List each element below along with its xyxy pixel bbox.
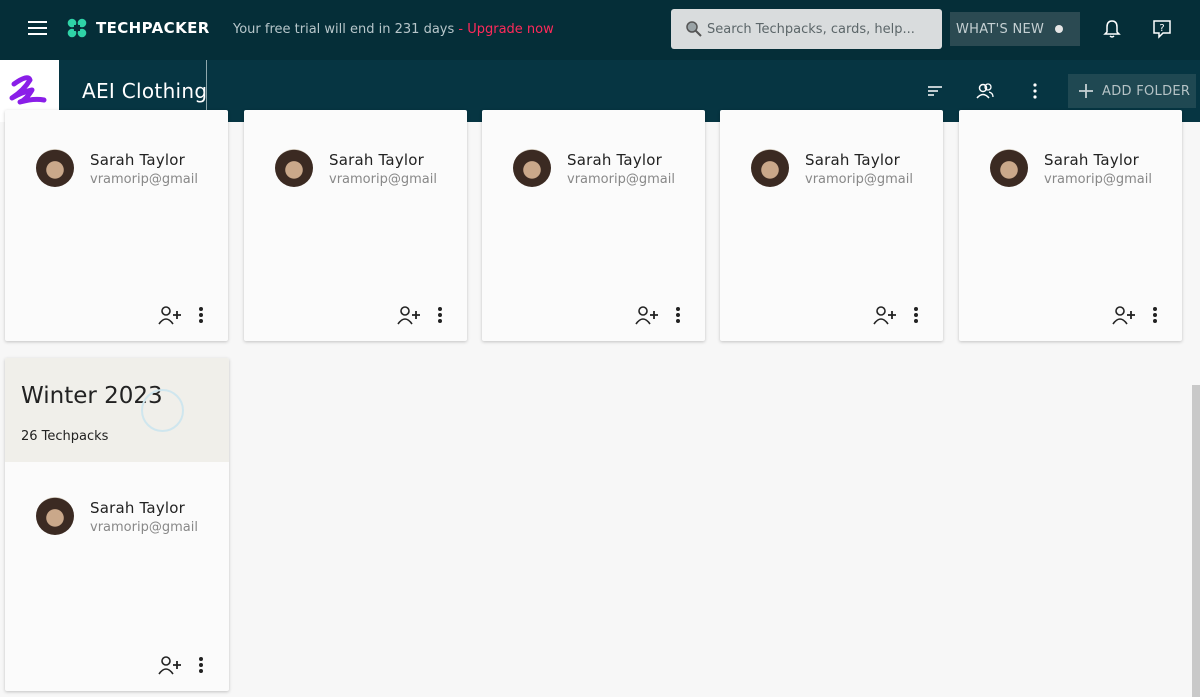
add-member-icon[interactable] [397, 305, 421, 325]
folder-card[interactable]: Sarah Taylor vramorip@gmail [5, 110, 228, 341]
search-icon [686, 21, 702, 37]
more-vert-icon[interactable] [1025, 81, 1045, 101]
bell-icon[interactable] [1103, 19, 1121, 39]
more-vert-icon[interactable] [437, 306, 443, 324]
more-vert-icon[interactable] [1152, 306, 1158, 324]
add-member-icon[interactable] [873, 305, 897, 325]
more-vert-icon[interactable] [198, 656, 204, 674]
add-folder-button[interactable]: ADD FOLDER [1068, 74, 1196, 108]
member-email: vramorip@gmail [90, 172, 198, 187]
workspace-name: AEI Clothing [82, 79, 208, 103]
top-bar: TECHPACKER Your free trial will end in 2… [0, 0, 1200, 60]
svg-text:?: ? [1159, 23, 1164, 34]
sort-icon[interactable] [925, 81, 945, 101]
folder-header[interactable]: Winter 2023 26 Techpacks [5, 358, 229, 462]
add-member-icon[interactable] [158, 655, 182, 675]
avatar [990, 149, 1028, 187]
member-name: Sarah Taylor [90, 499, 186, 517]
avatar [36, 497, 74, 535]
techpacker-logo-icon[interactable] [67, 18, 87, 38]
avatar [275, 149, 313, 187]
member-email: vramorip@gmail [567, 172, 675, 187]
member-name: Sarah Taylor [805, 151, 901, 169]
member-name: Sarah Taylor [90, 151, 186, 169]
member-email: vramorip@gmail [805, 172, 913, 187]
whats-new-label: WHAT'S NEW [956, 21, 1045, 37]
member-entry: Sarah Taylor vramorip@gmail [275, 149, 465, 189]
whats-new-button[interactable]: WHAT'S NEW [950, 12, 1080, 46]
member-name: Sarah Taylor [567, 151, 663, 169]
member-entry: Sarah Taylor vramorip@gmail [513, 149, 703, 189]
member-entry: Sarah Taylor vramorip@gmail [36, 149, 226, 189]
notification-dot [1055, 25, 1063, 33]
avatar [513, 149, 551, 187]
member-email: vramorip@gmail [1044, 172, 1152, 187]
trial-notice: Your free trial will end in 231 days - U… [233, 22, 554, 37]
folder-card[interactable]: Sarah Taylor vramorip@gmail [244, 110, 467, 341]
more-vert-icon[interactable] [675, 306, 681, 324]
add-folder-label: ADD FOLDER [1102, 83, 1191, 99]
add-member-icon[interactable] [1112, 305, 1136, 325]
member-entry: Sarah Taylor vramorip@gmail [36, 497, 226, 537]
brand-name[interactable]: TECHPACKER [96, 19, 210, 37]
trial-text: Your free trial will end in 231 days [233, 22, 455, 37]
folder-card[interactable]: Sarah Taylor vramorip@gmail [482, 110, 705, 341]
member-entry: Sarah Taylor vramorip@gmail [990, 149, 1180, 189]
loading-spinner [141, 389, 184, 432]
member-name: Sarah Taylor [329, 151, 425, 169]
member-email: vramorip@gmail [329, 172, 437, 187]
members-icon[interactable] [975, 81, 995, 101]
search-input[interactable]: Search Techpacks, cards, help... [671, 9, 942, 49]
member-entry: Sarah Taylor vramorip@gmail [751, 149, 941, 189]
member-name: Sarah Taylor [1044, 151, 1140, 169]
search-placeholder: Search Techpacks, cards, help... [707, 21, 915, 37]
avatar [36, 149, 74, 187]
folder-card[interactable]: Sarah Taylor vramorip@gmail [959, 110, 1182, 341]
upgrade-link[interactable]: - Upgrade now [458, 22, 553, 37]
more-vert-icon[interactable] [913, 306, 919, 324]
member-email: vramorip@gmail [90, 520, 198, 535]
avatar [751, 149, 789, 187]
more-vert-icon[interactable] [198, 306, 204, 324]
techpack-count: 26 Techpacks [21, 429, 109, 444]
add-member-icon[interactable] [158, 305, 182, 325]
folder-card[interactable]: Sarah Taylor vramorip@gmail [720, 110, 943, 341]
folder-card-winter-2023[interactable]: Winter 2023 26 Techpacks Sarah Taylor vr… [5, 358, 229, 691]
scrollbar[interactable] [1192, 385, 1200, 697]
menu-icon[interactable] [28, 21, 47, 37]
plus-icon [1079, 84, 1093, 98]
add-member-icon[interactable] [635, 305, 659, 325]
help-icon[interactable]: ? [1152, 19, 1172, 39]
